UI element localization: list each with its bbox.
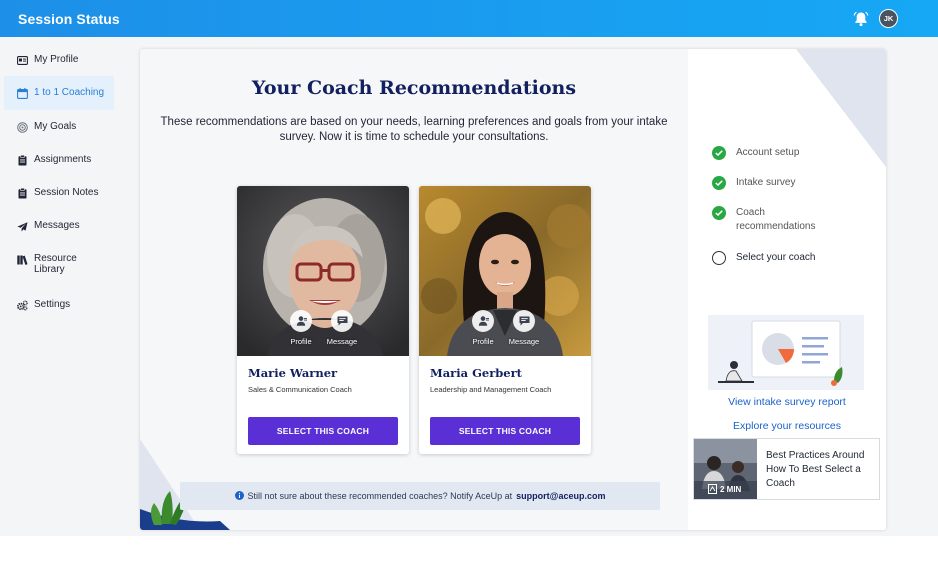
document-icon: [708, 484, 717, 494]
calendar-icon: [17, 88, 28, 99]
sidebar-item-messages[interactable]: Messages: [4, 220, 114, 234]
sidebar-item-label: Session Notes: [34, 187, 99, 198]
coach-actions: Profile Message: [419, 310, 591, 354]
view-intake-report-link[interactable]: View intake survey report: [688, 396, 886, 408]
profile-button[interactable]: Profile: [281, 310, 321, 346]
coach-name: Maria Gerbert: [430, 366, 522, 380]
coach-role: Sales & Communication Coach: [248, 385, 352, 394]
info-icon: [234, 490, 244, 502]
sidebar-item-label: Resource Library: [34, 253, 77, 275]
message-label: Message: [326, 337, 358, 346]
step-label: Select your coach: [736, 252, 816, 263]
select-coach-button[interactable]: SELECT THIS COACH: [248, 417, 398, 445]
sidebar-item-label: Messages: [34, 220, 80, 231]
clipboard-icon: [17, 155, 28, 166]
step-intake-survey: Intake survey: [712, 176, 795, 190]
coach-role: Leadership and Management Coach: [430, 385, 552, 394]
paper-plane-icon: [17, 221, 28, 232]
sidebar-item-resource-library[interactable]: Resource Library: [4, 253, 114, 279]
step-label: Account setup: [736, 147, 800, 158]
sidebar-item-label: 1 to 1 Coaching: [34, 87, 105, 98]
profile-label: Profile: [472, 337, 494, 346]
step-label: Intake survey: [736, 177, 796, 188]
coach-card: Profile Message Marie Warner Sales & Com…: [237, 186, 409, 454]
check-icon: [712, 146, 726, 160]
step-label: Coach recommendations: [736, 207, 816, 232]
video-title: Best Practices Around How To Best Select…: [766, 450, 865, 489]
sidebar-item-label: Assignments: [34, 154, 92, 165]
select-coach-button[interactable]: SELECT THIS COACH: [430, 417, 580, 445]
step-coach-recommendations: Coach recommendations: [712, 206, 846, 234]
main-content: Your Coach Recommendations These recomme…: [120, 37, 938, 536]
message-button[interactable]: Message: [504, 310, 544, 346]
books-icon: [17, 254, 28, 265]
chat-bubble-icon: [331, 310, 353, 332]
sidebar-item-my-goals[interactable]: My Goals: [4, 121, 114, 135]
video-card[interactable]: 2 MIN Best Practices Around How To Best …: [693, 438, 880, 500]
sidebar-item-session-notes[interactable]: Session Notes: [4, 187, 114, 201]
notice-text: Still not sure about these recommended c…: [247, 491, 513, 501]
top-bar: Session Status JK: [0, 0, 938, 37]
progress-sidebar: Account setup Intake survey Coach recomm…: [688, 49, 886, 530]
id-card-icon: [17, 55, 28, 66]
sidebar-item-assignments[interactable]: Assignments: [4, 154, 114, 168]
clipboard-icon: [17, 188, 28, 199]
explore-resources-link[interactable]: Explore your resources: [688, 420, 886, 432]
bell-icon[interactable]: [852, 10, 870, 28]
user-icon: [472, 310, 494, 332]
message-button[interactable]: Message: [322, 310, 362, 346]
sidebar-item-my-profile[interactable]: My Profile: [4, 54, 114, 68]
sidebar: My Profile 1 to 1 Coaching My Goals Assi…: [0, 37, 120, 536]
gears-icon: [17, 300, 28, 311]
sidebar-item-1-to-1-coaching[interactable]: 1 to 1 Coaching: [4, 76, 114, 110]
header-actions: JK: [852, 9, 898, 28]
video-duration-label: 2 MIN: [720, 484, 742, 494]
coach-photo: Profile Message: [237, 186, 409, 356]
page-title: Session Status: [18, 10, 120, 27]
check-icon: [712, 206, 726, 220]
target-icon: [17, 122, 28, 133]
profile-button[interactable]: Profile: [463, 310, 503, 346]
recommendations-area: Your Coach Recommendations These recomme…: [140, 49, 688, 530]
coach-name: Marie Warner: [248, 366, 338, 380]
avatar[interactable]: JK: [879, 9, 898, 28]
sidebar-item-settings[interactable]: Settings: [4, 299, 114, 313]
sidebar-item-label: My Profile: [34, 54, 79, 65]
decorative-shape: [796, 49, 886, 167]
step-account-setup: Account setup: [712, 146, 799, 160]
page-heading: Your Coach Recommendations: [251, 77, 577, 99]
profile-label: Profile: [290, 337, 312, 346]
video-thumbnail: 2 MIN: [694, 439, 757, 499]
coach-actions: Profile Message: [237, 310, 409, 354]
check-icon: [712, 176, 726, 190]
coach-photo: Profile Message: [419, 186, 591, 356]
support-notice: Still not sure about these recommended c…: [180, 482, 660, 510]
sidebar-item-label: My Goals: [34, 121, 77, 132]
user-icon: [290, 310, 312, 332]
chat-bubble-icon: [513, 310, 535, 332]
recommendations-panel: Your Coach Recommendations These recomme…: [140, 49, 886, 530]
support-email-link[interactable]: support@aceup.com: [516, 491, 605, 501]
empty-circle-icon: [712, 251, 726, 265]
message-label: Message: [508, 337, 540, 346]
step-select-your-coach: Select your coach: [712, 251, 816, 265]
sidebar-item-label: Settings: [34, 299, 71, 310]
intro-text: These recommendations are based on your …: [160, 116, 668, 143]
video-duration: 2 MIN: [708, 484, 741, 494]
report-illustration: [708, 315, 864, 390]
coach-card: Profile Message Maria Gerbert Leadership…: [419, 186, 591, 454]
